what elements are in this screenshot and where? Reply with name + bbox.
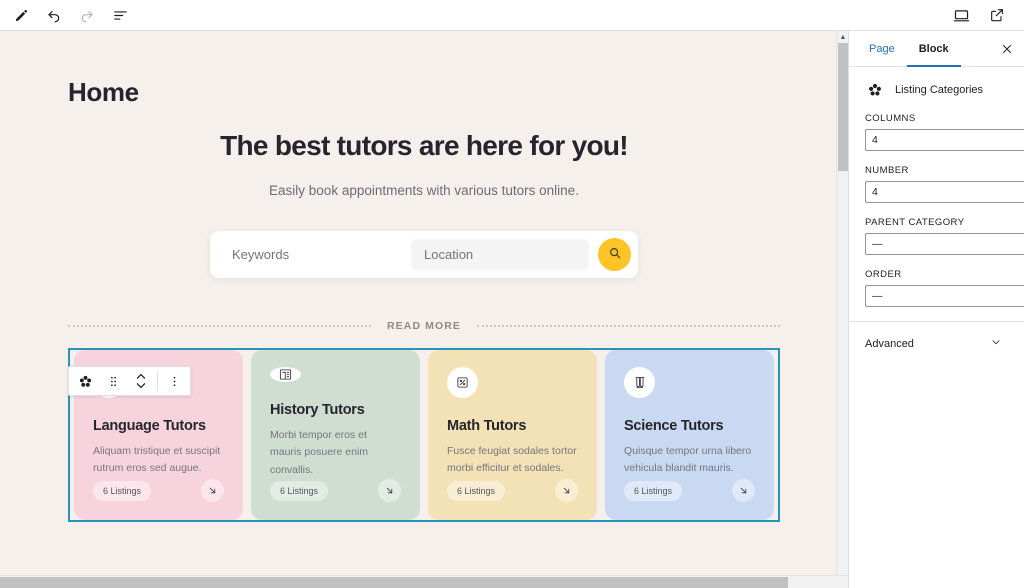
- canvas-vertical-scrollbar[interactable]: ▲ ▼: [836, 31, 848, 588]
- editor-app: Home The best tutors are here for you! E…: [0, 0, 1024, 588]
- editor-top-bar: [0, 0, 1024, 31]
- order-value: —: [872, 290, 883, 302]
- arrow-down-right-icon[interactable]: [201, 479, 224, 502]
- arrow-down-right-icon[interactable]: [555, 479, 578, 502]
- field-parent-category: PARENT CATEGORY — ▼: [849, 217, 1024, 255]
- card-cell: Science Tutors Quisque tempor urna liber…: [601, 350, 778, 520]
- number-value: 4: [872, 186, 878, 198]
- arrow-down-right-icon[interactable]: [732, 479, 755, 502]
- card-title: Science Tutors: [624, 418, 724, 434]
- listing-categories-icon: [865, 80, 885, 100]
- drag-handle-icon[interactable]: [99, 367, 127, 395]
- hero-section: The best tutors are here for you! Easily…: [0, 130, 848, 198]
- parent-category-value: —: [872, 238, 883, 250]
- search-bar: [210, 231, 638, 278]
- editor-body: Home The best tutors are here for you! E…: [0, 31, 1024, 588]
- page-title: Home: [68, 77, 139, 107]
- field-number: NUMBER 4: [849, 165, 1024, 203]
- more-options-icon[interactable]: [160, 367, 188, 395]
- card-footer: 6 Listings: [93, 479, 224, 502]
- card-cell: Math Tutors Fusce feugiat sodales tortor…: [424, 350, 601, 520]
- sidebar-block-name: Listing Categories: [895, 84, 984, 96]
- card-description: Morbi tempor eros et mauris posuere enim…: [270, 429, 369, 476]
- category-card[interactable]: Science Tutors Quisque tempor urna liber…: [605, 350, 774, 520]
- field-label: NUMBER: [865, 165, 909, 176]
- list-view-icon[interactable]: [109, 4, 131, 26]
- hero-subheading: Easily book appointments with various tu…: [269, 183, 579, 198]
- card-description: Aliquam tristique et suscipit rutrum ero…: [93, 445, 221, 475]
- block-type-listing-categories-icon[interactable]: [71, 367, 99, 395]
- field-label: PARENT CATEGORY: [865, 217, 965, 228]
- percent-calculator-icon: [447, 367, 478, 398]
- tab-block[interactable]: Block: [907, 31, 961, 67]
- vertical-scrollbar-thumb[interactable]: [838, 43, 848, 171]
- card-title: Language Tutors: [93, 418, 206, 434]
- listings-count-badge: 6 Listings: [270, 480, 329, 501]
- order-select[interactable]: — ▼: [865, 285, 1024, 307]
- advanced-panel-toggle[interactable]: Advanced: [849, 321, 1024, 366]
- category-card[interactable]: History Tutors Morbi tempor eros et maur…: [251, 350, 420, 520]
- block-toolbar: [68, 366, 191, 396]
- field-columns: COLUMNS 4 ▼: [849, 113, 1024, 151]
- card-title: History Tutors: [270, 402, 365, 419]
- sidebar-fields: COLUMNS 4 ▼ NUMBER 4 PARENT CATEGORY —: [849, 113, 1024, 321]
- bank-building-icon: [270, 367, 301, 383]
- undo-icon[interactable]: [43, 4, 65, 26]
- card-footer: 6 Listings: [447, 479, 578, 502]
- block-toolbar-options-group: [158, 367, 190, 395]
- card-footer: 6 Listings: [624, 479, 755, 502]
- desktop-preview-icon[interactable]: [950, 4, 972, 26]
- page-preview: Home The best tutors are here for you! E…: [0, 31, 848, 588]
- tab-page[interactable]: Page: [857, 31, 907, 67]
- field-label: ORDER: [865, 269, 902, 280]
- settings-sidebar: Page Block Listing Categories COLUMNS 4 …: [848, 31, 1024, 588]
- close-icon[interactable]: [994, 36, 1020, 62]
- sidebar-tabs: Page Block: [849, 31, 1024, 67]
- search-icon: [608, 246, 622, 263]
- number-input[interactable]: 4: [865, 181, 1024, 203]
- search-submit-button[interactable]: [598, 238, 631, 271]
- card-title: Math Tutors: [447, 418, 527, 434]
- hero-heading: The best tutors are here for you!: [220, 130, 629, 161]
- divider-line-left: [68, 325, 371, 327]
- parent-category-select[interactable]: — ▼: [865, 233, 1024, 255]
- advanced-panel-label: Advanced: [865, 338, 914, 350]
- listings-count-badge: 6 Listings: [624, 480, 683, 501]
- card-description: Quisque tempor urna libero vehicula blan…: [624, 445, 752, 475]
- columns-value: 4: [872, 134, 878, 146]
- chevron-down-icon: [990, 335, 1002, 353]
- test-tubes-icon: [624, 367, 655, 398]
- field-label: COLUMNS: [865, 113, 916, 124]
- card-cell: History Tutors Morbi tempor eros et maur…: [247, 350, 424, 520]
- scroll-up-arrow-icon[interactable]: ▲: [837, 31, 848, 43]
- listings-count-badge: 6 Listings: [447, 480, 506, 501]
- top-bar-right-tools: [950, 4, 1014, 26]
- search-location-wrapper: [411, 239, 612, 270]
- top-bar-left-tools: [10, 4, 131, 26]
- move-up-down-icon[interactable]: [127, 367, 155, 395]
- listings-count-badge: 6 Listings: [93, 480, 152, 501]
- canvas-horizontal-scrollbar[interactable]: [0, 575, 848, 588]
- sidebar-block-header: Listing Categories: [849, 67, 1024, 113]
- redo-icon[interactable]: [76, 4, 98, 26]
- columns-select[interactable]: 4 ▼: [865, 129, 1024, 151]
- arrow-down-right-icon[interactable]: [378, 479, 401, 502]
- edit-pencil-icon[interactable]: [10, 4, 32, 26]
- block-toolbar-primary-group: [69, 367, 157, 395]
- search-keywords-input[interactable]: [210, 231, 411, 278]
- read-more-label[interactable]: READ MORE: [371, 320, 477, 332]
- card-footer: 6 Listings: [270, 479, 401, 502]
- external-link-icon[interactable]: [986, 4, 1008, 26]
- search-location-input[interactable]: [424, 247, 600, 262]
- card-description: Fusce feugiat sodales tortor morbi effic…: [447, 445, 577, 475]
- category-card[interactable]: Math Tutors Fusce feugiat sodales tortor…: [428, 350, 597, 520]
- editor-canvas: Home The best tutors are here for you! E…: [0, 31, 848, 588]
- field-order: ORDER — ▼: [849, 269, 1024, 307]
- horizontal-scrollbar-thumb[interactable]: [0, 577, 788, 588]
- divider-line-right: [477, 325, 781, 327]
- read-more-divider: READ MORE: [68, 318, 781, 334]
